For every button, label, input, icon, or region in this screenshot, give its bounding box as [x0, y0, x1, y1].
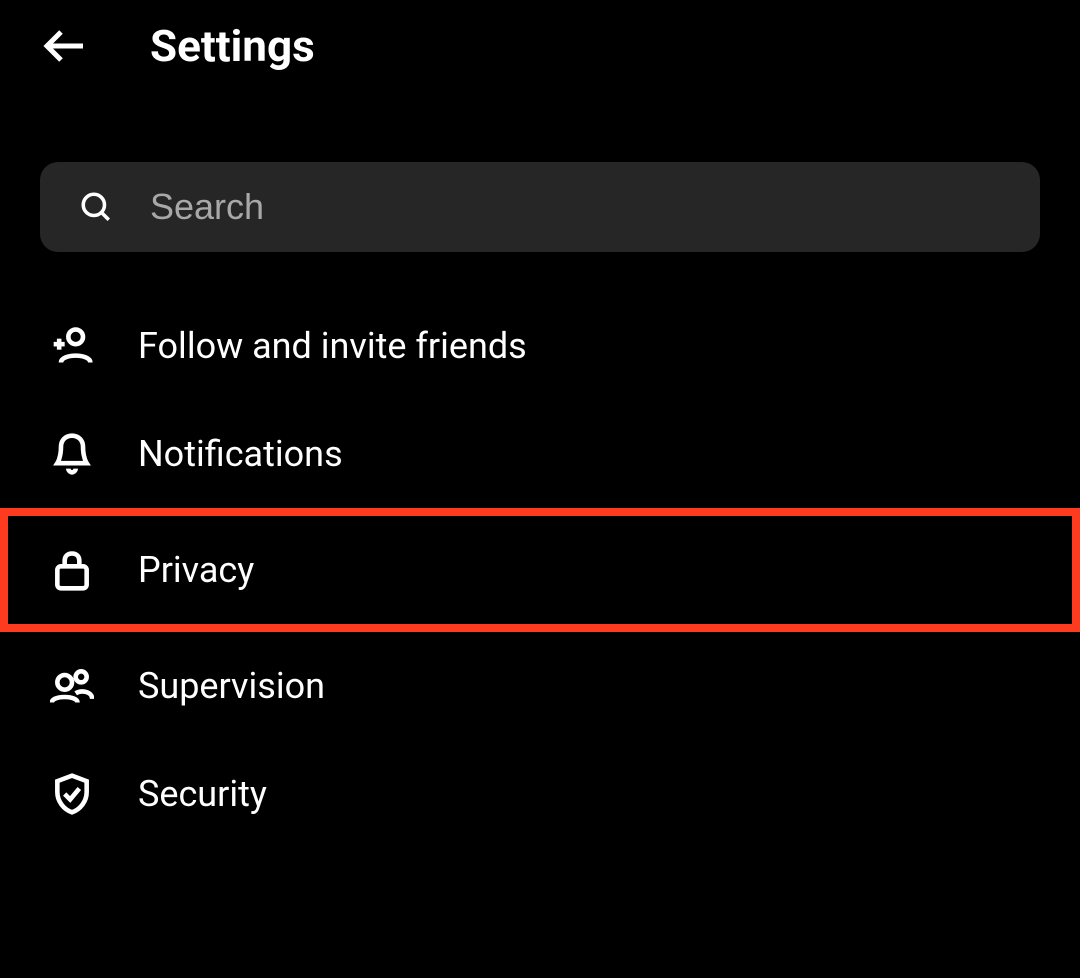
menu-item-label: Privacy	[138, 549, 254, 591]
menu-item-notifications[interactable]: Notifications	[0, 400, 1080, 508]
menu-item-label: Supervision	[138, 665, 325, 707]
shield-check-icon	[50, 772, 94, 816]
header: Settings	[0, 0, 1080, 102]
add-person-icon	[50, 324, 94, 368]
menu-item-privacy[interactable]: Privacy	[0, 508, 1080, 632]
menu-item-label: Security	[138, 773, 267, 815]
arrow-left-icon	[41, 22, 89, 70]
menu-item-security[interactable]: Security	[0, 740, 1080, 848]
menu-item-follow-invite[interactable]: Follow and invite friends	[0, 292, 1080, 400]
search-bar[interactable]	[40, 162, 1040, 252]
page-title: Settings	[150, 20, 315, 72]
lock-icon	[50, 548, 94, 592]
search-icon	[78, 189, 114, 225]
people-icon	[50, 664, 94, 708]
menu-item-label: Notifications	[138, 433, 343, 475]
search-input[interactable]	[150, 186, 1002, 228]
menu-item-supervision[interactable]: Supervision	[0, 632, 1080, 740]
back-button[interactable]	[40, 21, 90, 71]
menu-item-label: Follow and invite friends	[138, 325, 527, 367]
settings-menu: Follow and invite friends Notifications …	[0, 292, 1080, 848]
bell-icon	[50, 432, 94, 476]
